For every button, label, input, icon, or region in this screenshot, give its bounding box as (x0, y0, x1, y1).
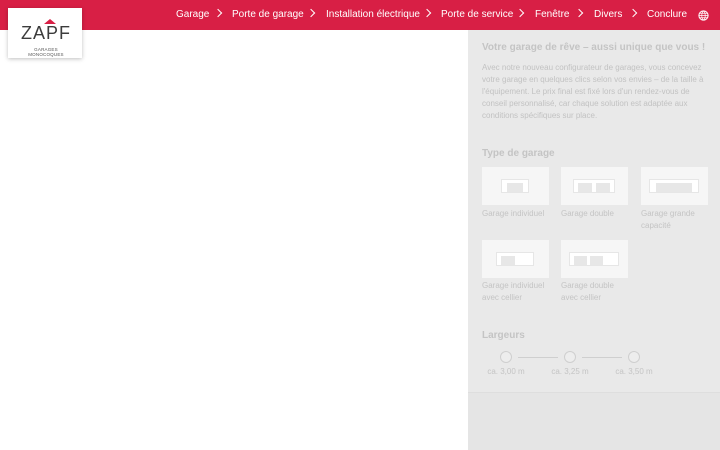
configurator-steps-nav: Garage Porte de garage Installation élec… (0, 0, 720, 30)
garage-type-heading: Type de garage (482, 148, 555, 159)
chevron-right-icon (306, 8, 316, 18)
garage-type-option-individuel[interactable] (482, 167, 549, 205)
panel-intro-text: Avec notre nouveau configurateur de gara… (482, 63, 704, 120)
nav-item-porte-de-service[interactable]: Porte de service (441, 0, 513, 30)
width-option-radio-325[interactable] (564, 351, 576, 363)
garage-door-shape (574, 256, 587, 265)
panel-title: Votre garage de rêve – aussi unique que … (482, 42, 706, 53)
garage-thumbnail (573, 179, 615, 193)
chevron-right-icon (628, 8, 638, 18)
garage-type-label: Garage individuel avec cellier (482, 281, 545, 302)
chevron-right-icon (213, 8, 223, 18)
garage-type-option-double[interactable] (561, 167, 628, 205)
width-option-label: ca. 3,00 m (487, 367, 525, 376)
garage-door-shape (656, 183, 692, 192)
garage-door-shape (507, 183, 523, 192)
garage-type-option-double-cellier[interactable] (561, 240, 628, 278)
width-connector-line (518, 357, 558, 358)
garage-thumbnail (569, 252, 619, 266)
nav-item-fenetre[interactable]: Fenêtre (535, 0, 569, 30)
width-connector-line (582, 357, 622, 358)
widths-heading: Largeurs (482, 330, 525, 341)
globe-icon[interactable] (698, 10, 709, 21)
garage-door-shape (578, 183, 592, 192)
garage-type-label: Garage grande capacité (641, 209, 695, 230)
garage-type-label: Garage double (561, 209, 614, 218)
garage-thumbnail (496, 252, 534, 266)
logo-tagline: GARAGES MONOCOQUES (28, 47, 64, 57)
width-option-label: ca. 3,25 m (551, 367, 589, 376)
garage-thumbnail (501, 179, 529, 193)
nav-item-divers[interactable]: Divers (594, 0, 622, 30)
garage-type-option-individuel-cellier[interactable] (482, 240, 549, 278)
garage-door-shape (501, 256, 515, 265)
nav-item-garage[interactable]: Garage (176, 0, 209, 30)
zapf-logo[interactable]: ZAPF GARAGES MONOCOQUES (8, 8, 82, 58)
garage-door-shape (590, 256, 603, 265)
chevron-right-icon (422, 8, 432, 18)
logo-wordmark: ZAPF (20, 23, 71, 43)
nav-item-conclure[interactable]: Conclure (647, 0, 687, 30)
garage-type-option-grande-capacite[interactable] (641, 167, 708, 205)
chevron-right-icon (574, 8, 584, 18)
nav-item-porte-de-garage[interactable]: Porte de garage (232, 0, 304, 30)
width-option-label: ca. 3,50 m (615, 367, 653, 376)
panel-footer-area (468, 392, 720, 450)
width-option-radio-350[interactable] (628, 351, 640, 363)
top-navigation-bar: Garage Porte de garage Installation élec… (0, 0, 720, 30)
configurator-panel: Votre garage de rêve – aussi unique que … (468, 30, 720, 450)
chevron-right-icon (515, 8, 525, 18)
width-option-radio-300[interactable] (500, 351, 512, 363)
garage-type-label: Garage individuel (482, 209, 545, 218)
nav-item-installation-electrique[interactable]: Installation électrique (326, 0, 420, 30)
garage-door-shape (596, 183, 610, 192)
garage-type-label: Garage double avec cellier (561, 281, 614, 302)
garage-thumbnail (649, 179, 699, 193)
